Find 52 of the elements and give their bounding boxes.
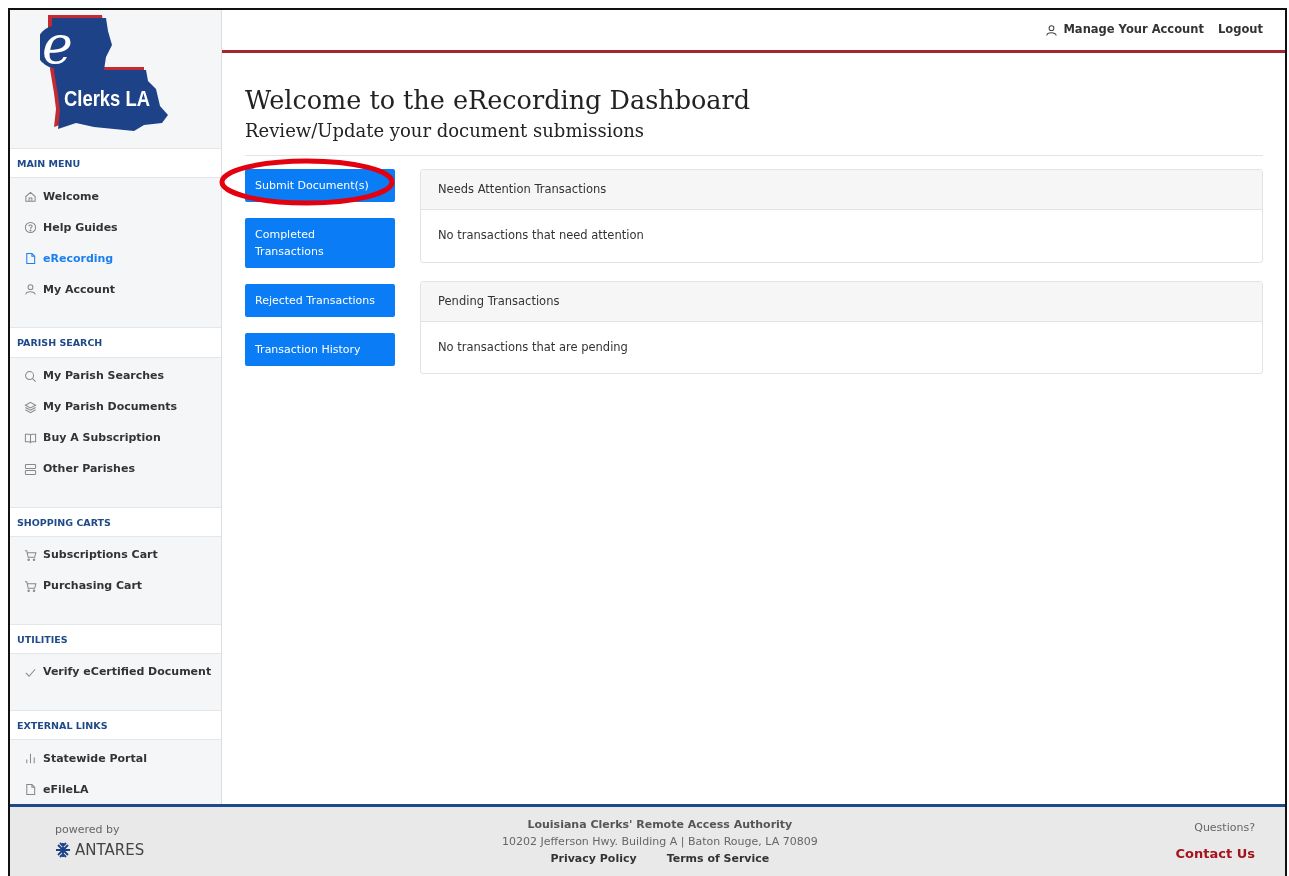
section-heading: MAIN MENU bbox=[10, 148, 221, 179]
sidebar-item[interactable]: Other Parishes bbox=[10, 453, 221, 485]
action-button[interactable]: Completed Transactions bbox=[245, 218, 395, 269]
section-heading: SHOPPING CARTS bbox=[10, 506, 221, 537]
organization-name: Louisiana Clerks' Remote Access Authority bbox=[526, 817, 794, 833]
sidebar-item[interactable]: Help Guides bbox=[10, 212, 221, 244]
snowflake-icon bbox=[55, 841, 71, 858]
sidebar-item[interactable]: Statewide Portal bbox=[10, 743, 221, 775]
sidebar-item[interactable]: eRecording bbox=[10, 243, 221, 275]
sidebar-item[interactable]: My Account bbox=[10, 274, 221, 306]
section-heading: PARISH SEARCH bbox=[10, 327, 221, 358]
footer-link[interactable]: Terms of Service bbox=[666, 852, 770, 865]
section-heading: EXTERNAL LINKS bbox=[10, 710, 221, 741]
action-button[interactable]: Rejected Transactions bbox=[245, 284, 395, 318]
page-subtitle: Review/Update your document submissions bbox=[245, 119, 646, 142]
logout-link[interactable]: Logout bbox=[1217, 21, 1263, 39]
sidebar-item[interactable]: My Parish Searches bbox=[10, 360, 221, 392]
sidebar-item[interactable]: Welcome bbox=[10, 181, 221, 213]
book-icon bbox=[24, 431, 37, 445]
questions-text: Questions? bbox=[1193, 819, 1255, 836]
cart-icon bbox=[24, 548, 37, 562]
search-icon bbox=[24, 369, 37, 383]
page-title: Welcome to the eRecording Dashboard bbox=[245, 85, 752, 116]
sidebar-item[interactable]: Subscriptions Cart bbox=[10, 539, 221, 571]
bar-chart-icon bbox=[24, 752, 37, 766]
antares-logo[interactable]: ANTARES bbox=[55, 838, 145, 861]
user-icon bbox=[24, 283, 37, 297]
powered-by-text: powered by bbox=[55, 822, 121, 838]
section-heading: UTILITIES bbox=[10, 623, 221, 654]
panel-header: Needs Attention Transactions bbox=[421, 170, 1262, 211]
layers-icon bbox=[24, 400, 37, 414]
address-text: 10202 Jefferson Hwy. Building A | Baton Rouge, LA 70809 bbox=[502, 834, 818, 850]
footer-link[interactable]: Privacy Policy bbox=[550, 852, 637, 865]
check-icon bbox=[24, 666, 37, 679]
server-icon bbox=[24, 462, 37, 476]
cart-icon bbox=[24, 579, 37, 593]
help-icon bbox=[24, 221, 37, 235]
panel-body: No transactions that are pending bbox=[437, 338, 629, 356]
home-icon bbox=[24, 190, 37, 204]
document-icon bbox=[24, 252, 37, 266]
action-button[interactable]: Transaction History bbox=[245, 333, 395, 367]
document-icon bbox=[24, 783, 37, 797]
user-icon bbox=[1045, 23, 1059, 37]
sidebar-item[interactable]: My Parish Documents bbox=[10, 391, 221, 423]
sidebar-item[interactable]: eFileLA bbox=[10, 774, 221, 806]
panel-header: Pending Transactions bbox=[421, 281, 1262, 322]
panel-body: No transactions that need attention bbox=[437, 227, 645, 245]
sidebar-item[interactable]: Purchasing Cart bbox=[10, 570, 221, 602]
sidebar-item[interactable]: Verify eCertified Document bbox=[10, 657, 221, 688]
sidebar-item[interactable]: Buy A Subscription bbox=[10, 422, 221, 454]
contact-link[interactable]: Contact Us bbox=[1175, 846, 1255, 861]
account-link[interactable]: Manage Your Account bbox=[1045, 21, 1204, 39]
